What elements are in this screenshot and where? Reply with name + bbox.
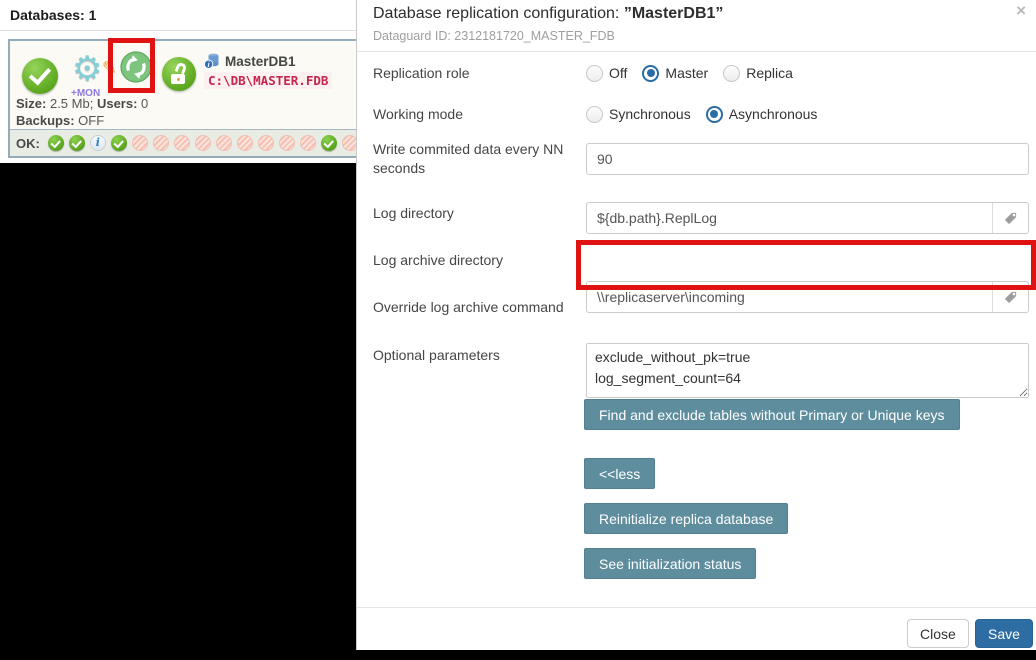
databases-count-header: Databases: 1 [10, 7, 96, 23]
write-every-input[interactable] [586, 143, 1029, 175]
close-button[interactable]: Close [907, 619, 969, 648]
status-check-icon[interactable] [321, 135, 337, 151]
status-off-icon[interactable] [300, 135, 316, 151]
backups-label: Backups: [16, 113, 75, 128]
find-exclude-tables-button[interactable]: Find and exclude tables without Primary … [584, 399, 960, 430]
log-archive-tag-addon[interactable] [992, 282, 1028, 312]
dialog-title-prefix: Database replication configuration: [373, 5, 624, 22]
backups-line: Backups: OFF [16, 113, 104, 128]
database-name[interactable]: MasterDB1 [225, 54, 296, 69]
status-off-icon[interactable] [342, 135, 356, 151]
radio-replica-circle[interactable] [723, 65, 740, 82]
lock-keyhole [177, 78, 181, 82]
unlock-icon[interactable] [162, 57, 196, 91]
db-ok-status-icon [22, 58, 58, 94]
working-mode-label: Working mode [373, 105, 581, 124]
optional-parameters-textarea[interactable]: exclude_without_pk=true log_segment_coun… [586, 343, 1029, 398]
status-off-icon[interactable] [258, 135, 274, 151]
optional-parameters-label: Optional parameters [373, 346, 581, 365]
radio-master[interactable]: Master [642, 65, 708, 82]
jobs-status-strip: OK: [10, 129, 356, 156]
replication-icon[interactable] [120, 51, 152, 83]
backups-value: OFF [78, 113, 104, 128]
dataguard-id: Dataguard ID: 2312181720_MASTER_FDB [373, 29, 615, 43]
replication-role-label: Replication role [373, 64, 581, 83]
databases-panel: Databases: 1 ⚙ ✎ +MON [0, 0, 356, 163]
log-directory-input[interactable] [586, 202, 1029, 234]
gear-icon: ⚙ [72, 49, 102, 89]
replication-config-dialog: Database replication configuration: ”Mas… [356, 0, 1036, 650]
pencil-icon: ✎ [102, 58, 117, 79]
status-off-icon[interactable] [195, 135, 211, 151]
radio-replica-label: Replica [746, 65, 793, 81]
radio-asynchronous-label: Asynchronous [729, 106, 818, 122]
status-check-icon[interactable] [69, 135, 85, 151]
write-every-wrap [586, 143, 1029, 175]
radio-synchronous[interactable]: Synchronous [586, 106, 691, 123]
header-separator [357, 51, 1036, 52]
status-check-icon[interactable] [111, 135, 127, 151]
status-off-icon[interactable] [279, 135, 295, 151]
radio-synchronous-circle[interactable] [586, 106, 603, 123]
radio-off[interactable]: Off [586, 65, 627, 82]
log-directory-tag-addon[interactable] [992, 203, 1028, 233]
footer-separator [357, 607, 1036, 608]
dialog-title-dbname: ”MasterDB1” [624, 5, 724, 22]
radio-asynchronous-circle[interactable] [706, 106, 723, 123]
override-command-label: Override log archive command [373, 298, 581, 317]
dialog-title: Database replication configuration: ”Mas… [373, 5, 723, 23]
status-off-icon[interactable] [132, 135, 148, 151]
see-initialization-status-button[interactable]: See initialization status [584, 548, 756, 579]
working-mode-group: Synchronous Asynchronous [586, 103, 1029, 125]
radio-off-circle[interactable] [586, 65, 603, 82]
status-off-icon[interactable] [216, 135, 232, 151]
write-every-label: Write commited data every NN seconds [373, 140, 581, 178]
lock-shackle [175, 62, 188, 75]
radio-asynchronous[interactable]: Asynchronous [706, 106, 818, 123]
save-button[interactable]: Save [975, 619, 1033, 648]
status-info-icon[interactable] [90, 135, 106, 151]
radio-master-label: Master [665, 65, 708, 81]
replication-role-group: Off Master Replica [586, 62, 1029, 84]
size-label: Size: [16, 96, 46, 111]
users-value: 0 [141, 96, 148, 111]
size-users-line: Size: 2.5 Mb; Users: 0 [16, 96, 148, 111]
optional-parameters-wrap: exclude_without_pk=true log_segment_coun… [586, 343, 1029, 403]
size-value: 2.5 Mb; [50, 96, 93, 111]
tag-icon [1003, 290, 1018, 305]
monitoring-gear-icon[interactable]: ⚙ ✎ +MON [70, 57, 114, 101]
log-archive-directory-input[interactable] [586, 281, 1029, 313]
tag-icon [1003, 211, 1018, 226]
radio-master-circle[interactable] [642, 65, 659, 82]
radio-off-label: Off [609, 65, 627, 81]
panel-separator [0, 30, 356, 31]
log-directory-label: Log directory [373, 204, 581, 223]
users-label: Users: [97, 96, 137, 111]
log-archive-directory-label: Log archive directory [373, 251, 581, 270]
radio-synchronous-label: Synchronous [609, 106, 691, 122]
status-off-icon[interactable] [153, 135, 169, 151]
radio-replica[interactable]: Replica [723, 65, 793, 82]
status-off-icon[interactable] [237, 135, 253, 151]
log-archive-directory-wrap [586, 281, 1029, 313]
less-button[interactable]: <<less [584, 458, 655, 489]
database-path-badge: C:\DB\MASTER.FDB [204, 72, 332, 89]
reinitialize-replica-button[interactable]: Reinitialize replica database [584, 503, 788, 534]
log-directory-wrap [586, 202, 1029, 234]
status-off-icon[interactable] [174, 135, 190, 151]
database-icon: i [204, 53, 220, 69]
status-check-icon[interactable] [48, 135, 64, 151]
close-icon[interactable]: × [1016, 1, 1026, 21]
ok-label: OK: [16, 136, 40, 151]
database-card: ⚙ ✎ +MON [8, 39, 356, 158]
